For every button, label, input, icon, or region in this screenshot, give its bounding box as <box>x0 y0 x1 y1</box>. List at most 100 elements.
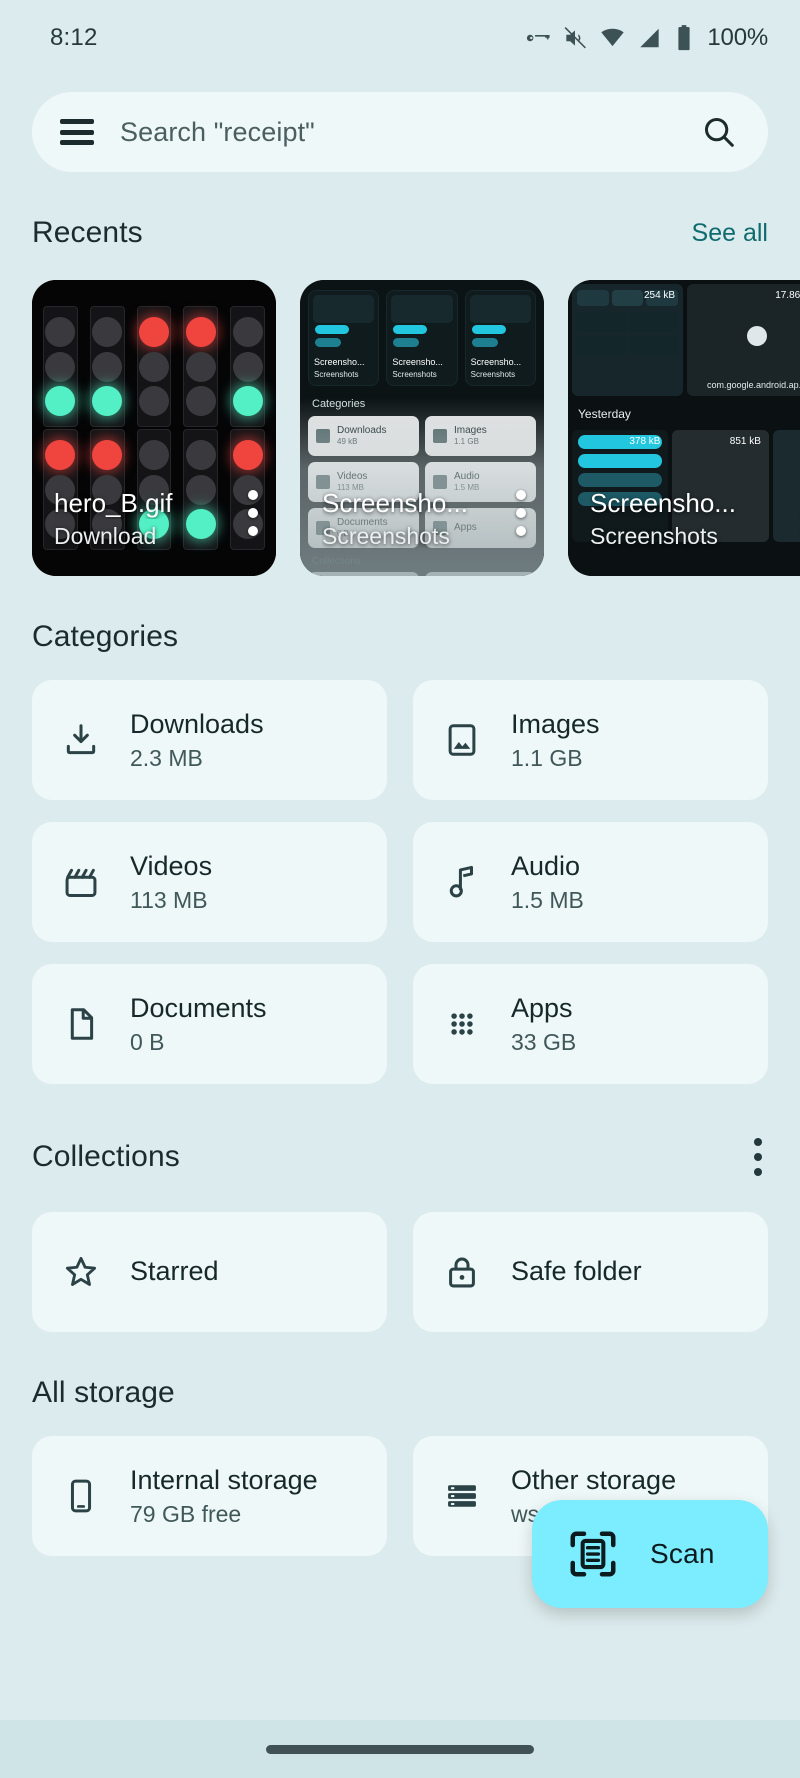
category-videos-label: Videos <box>130 850 212 884</box>
search-bar[interactable]: Search "receipt" <box>32 92 768 172</box>
category-downloads[interactable]: Downloads 2.3 MB <box>32 680 387 800</box>
categories-grid: Downloads 2.3 MB Images 1.1 GB Videos 11… <box>0 680 800 1084</box>
category-images-label: Images <box>511 708 600 742</box>
download-icon <box>62 721 100 759</box>
collection-starred[interactable]: Starred <box>32 1212 387 1332</box>
music-note-icon <box>443 863 481 901</box>
categories-title: Categories <box>32 620 178 654</box>
mini-recent-thumb-1: Screensho...Screenshots <box>308 290 379 386</box>
thumb-size-1: 254 kB <box>644 290 675 301</box>
mini-category-cell-2: Images1.1 GB <box>425 416 536 456</box>
scan-fab-button[interactable]: Scan <box>532 1500 768 1608</box>
traffic-light-4 <box>183 306 218 427</box>
recent-item-2[interactable]: Screensho...ScreenshotsScreensho...Scree… <box>300 280 544 576</box>
storage-internal-sub: 79 GB free <box>130 1501 318 1529</box>
category-documents-size: 0 B <box>130 1029 267 1057</box>
recents-title: Recents <box>32 216 143 250</box>
recent-item-3-location: Screenshots <box>590 523 774 550</box>
lock-icon <box>443 1253 481 1291</box>
battery-icon <box>674 24 694 52</box>
system-navigation-bar <box>0 1720 800 1778</box>
traffic-light-5 <box>230 306 265 427</box>
video-clapper-icon <box>62 863 100 901</box>
collections-header: Collections <box>0 1128 800 1186</box>
category-images[interactable]: Images 1.1 GB <box>413 680 768 800</box>
volume-muted-icon <box>562 25 588 51</box>
category-apps-label: Apps <box>511 992 576 1026</box>
category-apps[interactable]: Apps 33 GB <box>413 964 768 1084</box>
thumb-size-3: 378 kB <box>629 436 660 447</box>
mini-recent-thumb-2: Screensho...Screenshots <box>386 290 457 386</box>
category-videos[interactable]: Videos 113 MB <box>32 822 387 942</box>
recent-item-2-location: Screenshots <box>322 523 488 550</box>
document-icon <box>62 1005 100 1043</box>
status-time: 8:12 <box>50 24 98 52</box>
search-input[interactable]: Search "receipt" <box>120 117 674 148</box>
category-downloads-label: Downloads <box>130 708 264 742</box>
recent-item-2-overflow-icon[interactable] <box>516 490 526 536</box>
storage-internal[interactable]: Internal storage 79 GB free <box>32 1436 387 1556</box>
recent-item-1-overflow-icon[interactable] <box>248 490 258 536</box>
category-audio[interactable]: Audio 1.5 MB <box>413 822 768 942</box>
mini-recents-strip: Screensho...ScreenshotsScreensho...Scree… <box>308 290 536 386</box>
status-icons: 100% <box>525 24 768 52</box>
mini-recent-thumb-3: Screensho...Screenshots <box>465 290 536 386</box>
category-downloads-size: 2.3 MB <box>130 745 264 773</box>
scan-fab-label: Scan <box>650 1538 715 1570</box>
search-icon[interactable] <box>700 113 738 151</box>
thumb-app-caption: com.google.android.ap... <box>687 380 800 390</box>
traffic-light-2 <box>90 306 125 427</box>
category-audio-size: 1.5 MB <box>511 887 584 915</box>
search-bar-container: Search "receipt" <box>0 76 800 172</box>
status-bar: 8:12 100% <box>0 0 800 76</box>
storage-internal-label: Internal storage <box>130 1464 318 1498</box>
recent-item-1-location: Download <box>54 523 220 550</box>
recent-item-1[interactable]: hero_B.gif Download <box>32 280 276 576</box>
see-all-link[interactable]: See all <box>692 219 768 248</box>
mini-collections-title: Collections <box>312 556 536 567</box>
collection-starred-label: Starred <box>130 1255 219 1289</box>
recent-item-1-name: hero_B.gif <box>54 488 220 519</box>
thumb-day-label: Yesterday <box>568 400 800 426</box>
wifi-icon <box>599 25 626 51</box>
traffic-light-1 <box>43 306 78 427</box>
recent-item-2-name: Screensho... <box>322 488 488 519</box>
category-documents[interactable]: Documents 0 B <box>32 964 387 1084</box>
recents-header: Recents See all <box>0 216 800 250</box>
recent-item-1-label: hero_B.gif Download <box>54 488 220 550</box>
cellular-signal-icon <box>637 25 663 51</box>
recent-item-3-label: Screensho... Screenshots <box>590 488 774 550</box>
phone-icon <box>62 1477 100 1515</box>
collections-overflow-icon[interactable] <box>740 1128 768 1186</box>
all-storage-header: All storage <box>0 1376 800 1410</box>
vpn-key-icon <box>525 25 551 51</box>
mini-collections-grid: Starred Safe folder <box>308 572 536 576</box>
storage-server-icon <box>443 1477 481 1515</box>
recents-carousel[interactable]: hero_B.gif Download Screensho...Screensh… <box>0 250 800 576</box>
battery-percentage: 100% <box>707 24 768 52</box>
mini-categories-title: Categories <box>312 398 536 410</box>
thumb-size-4: 851 kB <box>730 436 761 447</box>
apps-grid-icon <box>443 1005 481 1043</box>
star-outline-icon <box>62 1253 100 1291</box>
image-icon <box>443 721 481 759</box>
recent-item-3-name: Screensho... <box>590 488 774 519</box>
collection-safe-folder[interactable]: Safe folder <box>413 1212 768 1332</box>
hamburger-menu-icon[interactable] <box>60 119 94 145</box>
gesture-pill[interactable] <box>266 1745 534 1754</box>
mini-collection-cell-1: Starred <box>308 572 419 576</box>
storage-other-label: Other storage <box>511 1464 728 1498</box>
category-images-size: 1.1 GB <box>511 745 600 773</box>
recent-item-3[interactable]: 254 kB 17.86 MB com.google.android.ap...… <box>568 280 800 576</box>
recent-item-2-label: Screensho... Screenshots <box>322 488 488 550</box>
categories-header: Categories <box>0 620 800 654</box>
collections-grid: Starred Safe folder <box>0 1212 800 1332</box>
collection-safe-folder-label: Safe folder <box>511 1255 642 1289</box>
thumb-size-2: 17.86 MB <box>775 290 800 301</box>
category-videos-size: 113 MB <box>130 887 212 915</box>
category-documents-label: Documents <box>130 992 267 1026</box>
mini-collection-cell-2: Safe folder <box>425 572 536 576</box>
mini-category-cell-1: Downloads49 kB <box>308 416 419 456</box>
collections-title: Collections <box>32 1140 180 1174</box>
traffic-light-3 <box>137 306 172 427</box>
